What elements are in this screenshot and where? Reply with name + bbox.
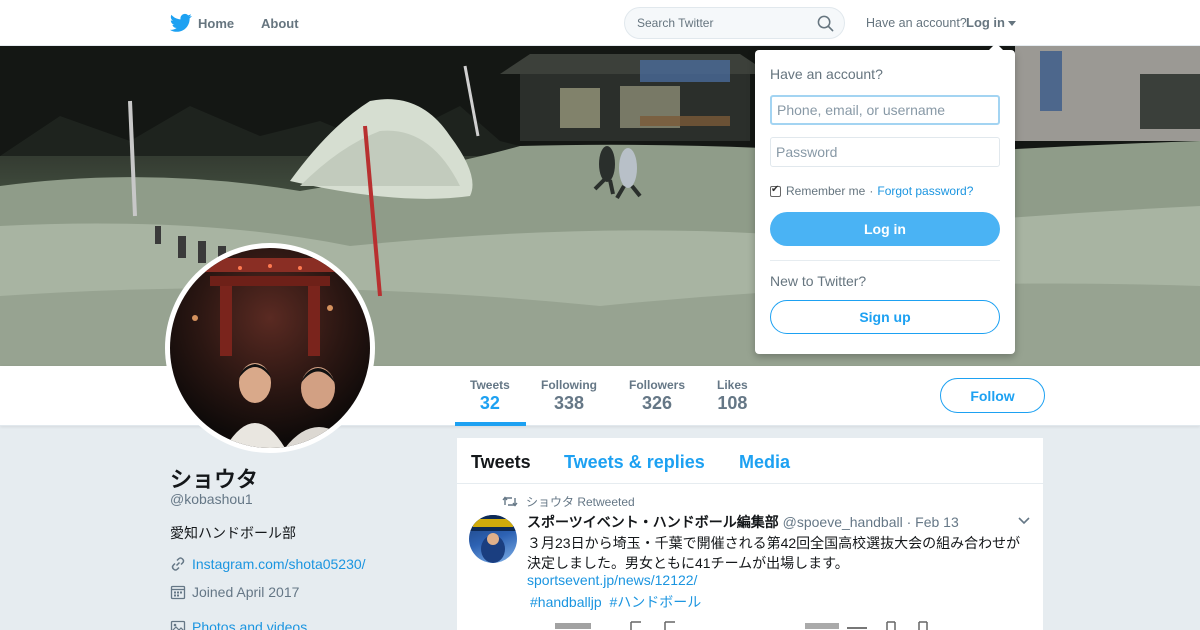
- follow-button[interactable]: Follow: [940, 378, 1045, 413]
- tab-tweets[interactable]: Tweets: [471, 452, 531, 473]
- signup-button[interactable]: Sign up: [770, 300, 1000, 334]
- chevron-down-icon[interactable]: [1018, 517, 1030, 525]
- tweet-text: ３月23日から埼玉・千葉で開催される第42回全国高校選抜大会の組み合わせが決定し…: [527, 535, 1021, 571]
- tweet-url-link[interactable]: sportsevent.jp/news/12122/: [527, 572, 697, 588]
- dropdown-divider: [770, 260, 1000, 261]
- profile-joined-row: Joined April 2017: [170, 584, 299, 600]
- tweet-date[interactable]: · Feb 13: [907, 514, 959, 530]
- caret-down-icon: [1008, 21, 1016, 27]
- hashtag-link[interactable]: #handballjp: [530, 594, 602, 610]
- stat-tweets[interactable]: Tweets 32: [470, 378, 510, 414]
- forgot-password-link[interactable]: Forgot password?: [877, 184, 973, 198]
- nav-about[interactable]: About: [261, 16, 299, 31]
- remember-me-checkbox[interactable]: [770, 184, 781, 197]
- have-account-text: Have an account?: [866, 16, 967, 30]
- stat-followers[interactable]: Followers 326: [629, 378, 685, 414]
- tweet-author-name[interactable]: スポーツイベント・ハンドボール編集部: [527, 514, 779, 530]
- profile-photos-row: Photos and videos: [170, 619, 307, 630]
- stat-label: Tweets: [470, 378, 510, 392]
- search-input[interactable]: [637, 16, 807, 30]
- new-to-twitter-text: New to Twitter?: [770, 273, 867, 289]
- tweet-media-preview[interactable]: [527, 618, 1032, 630]
- stat-label: Followers: [629, 378, 686, 392]
- stat-value: 326: [641, 393, 673, 413]
- stat-value: 32: [479, 393, 500, 413]
- profile-website-row: Instagram.com/shota05230/: [170, 556, 366, 572]
- hashtag-link[interactable]: #ハンドボール: [610, 594, 702, 610]
- tab-media[interactable]: Media: [739, 452, 790, 473]
- stat-label: Likes: [717, 378, 748, 392]
- profile-joined: Joined April 2017: [192, 584, 300, 600]
- twitter-bird-icon: [170, 13, 192, 32]
- password-field[interactable]: [770, 137, 1000, 167]
- username-field[interactable]: [770, 95, 1000, 125]
- tweet-hashtags: #handballjp #ハンドボール: [530, 592, 705, 612]
- profile-avatar[interactable]: [165, 243, 375, 453]
- profile-website-link[interactable]: Instagram.com/shota05230/: [192, 556, 366, 572]
- tab-tweets-replies[interactable]: Tweets & replies: [564, 452, 705, 473]
- timeline: Tweets Tweets & replies Media ショウタ Retwe…: [456, 437, 1044, 630]
- photo-icon: [170, 620, 186, 630]
- login-button[interactable]: Log in: [770, 212, 1000, 246]
- retweet-icon: [502, 496, 518, 507]
- avatar-image: [170, 248, 370, 448]
- remember-me-label[interactable]: Remember me: [786, 184, 865, 198]
- timeline-tabs: Tweets Tweets & replies Media: [457, 438, 1043, 484]
- tweet-header: スポーツイベント・ハンドボール編集部 @spoeve_handball · Fe…: [527, 512, 959, 532]
- stat-likes[interactable]: Likes 108: [717, 378, 748, 414]
- retweet-context-label: ショウタ Retweeted: [526, 495, 635, 509]
- search-box: [624, 7, 845, 39]
- search-icon[interactable]: [817, 15, 834, 32]
- tweet-author-avatar[interactable]: [469, 515, 517, 563]
- profile-bio: 愛知ハンドボール部: [170, 525, 296, 541]
- stat-value: 108: [717, 393, 748, 413]
- login-dropdown: Have an account? Remember me · Forgot pa…: [755, 43, 1015, 354]
- nav-home-label: Home: [198, 15, 235, 31]
- profile-name[interactable]: ショウタ: [170, 462, 258, 494]
- retweet-context: ショウタ Retweeted: [502, 493, 635, 510]
- stat-label: Following: [541, 378, 597, 392]
- login-dropdown-title: Have an account?: [770, 66, 883, 82]
- top-nav: Home About Have an account? Log in: [0, 0, 1200, 46]
- link-icon: [171, 557, 185, 571]
- tweet[interactable]: ショウタ Retweeted スポーツイベント・ハンドボール編集部 @spoev…: [457, 484, 1043, 630]
- remember-row: Remember me · Forgot password?: [770, 184, 973, 198]
- nav-home[interactable]: Home: [170, 13, 234, 33]
- calendar-icon: [170, 585, 186, 600]
- active-stat-indicator: [455, 422, 526, 426]
- stat-following[interactable]: Following 338: [541, 378, 597, 414]
- stat-value: 338: [553, 393, 585, 413]
- profile-handle[interactable]: @kobashou1: [170, 491, 253, 507]
- remember-separator: ·: [869, 184, 874, 198]
- login-dropdown-toggle[interactable]: Log in: [966, 15, 1016, 30]
- tweet-author-handle[interactable]: @spoeve_handball: [783, 514, 903, 530]
- login-link-label: Log in: [966, 15, 1005, 30]
- photos-videos-link[interactable]: Photos and videos: [192, 619, 307, 630]
